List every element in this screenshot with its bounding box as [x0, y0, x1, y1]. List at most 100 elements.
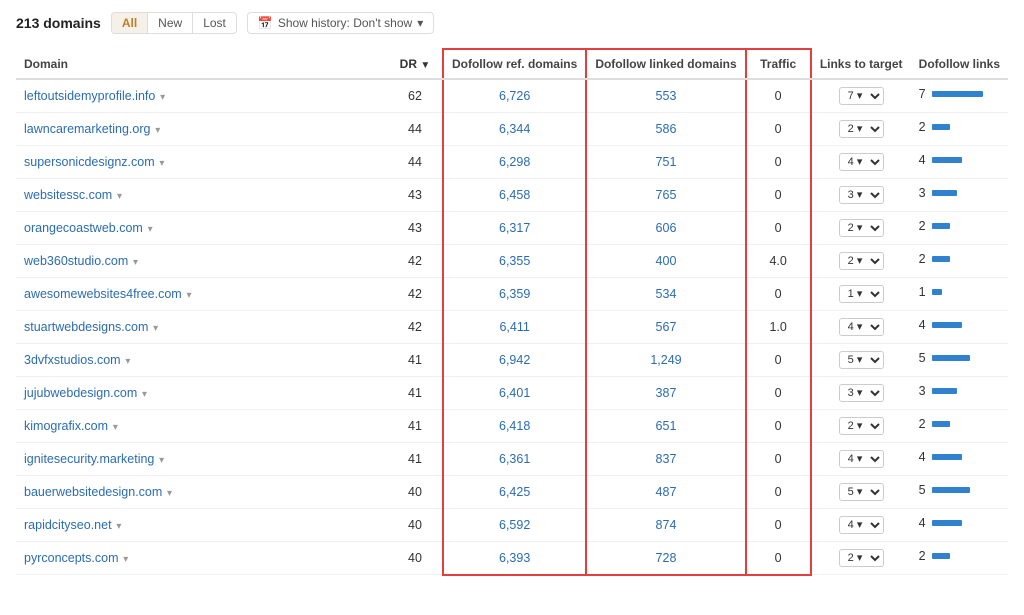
- domain-link[interactable]: supersonicdesignz.com: [24, 155, 155, 169]
- dofollow-ref-link[interactable]: 6,298: [499, 155, 530, 169]
- dofollow-linked-link[interactable]: 765: [656, 188, 677, 202]
- cell-traffic: 0: [746, 443, 811, 476]
- links-to-target-select[interactable]: 4 ▾: [839, 153, 884, 171]
- filter-new[interactable]: New: [148, 13, 193, 33]
- table-row: rapidcityseo.net ▾406,59287404 ▾4: [16, 509, 1008, 542]
- cell-traffic: 0: [746, 146, 811, 179]
- dofollow-linked-link[interactable]: 387: [656, 386, 677, 400]
- cell-traffic: 0: [746, 509, 811, 542]
- dofollow-linked-link[interactable]: 586: [656, 122, 677, 136]
- dofollow-ref-link[interactable]: 6,592: [499, 518, 530, 532]
- dofollow-ref-link[interactable]: 6,344: [499, 122, 530, 136]
- dofollow-ref-link[interactable]: 6,355: [499, 254, 530, 268]
- dofollow-linked-link[interactable]: 534: [656, 287, 677, 301]
- dofollow-ref-link[interactable]: 6,393: [499, 551, 530, 565]
- domain-dropdown-icon[interactable]: ▾: [139, 389, 147, 400]
- col-header-dr[interactable]: DR ▼: [388, 49, 443, 79]
- domain-dropdown-icon[interactable]: ▾: [123, 356, 131, 367]
- cell-links-to-target: 2 ▾: [811, 245, 911, 278]
- dofollow-linked-link[interactable]: 1,249: [650, 353, 681, 367]
- links-to-target-select[interactable]: 5 ▾: [839, 483, 884, 501]
- domain-link[interactable]: jujubwebdesign.com: [24, 386, 137, 400]
- domain-dropdown-icon[interactable]: ▾: [130, 257, 138, 268]
- domain-dropdown-icon[interactable]: ▾: [114, 191, 122, 202]
- dofollow-linked-link[interactable]: 751: [656, 155, 677, 169]
- links-to-target-select[interactable]: 3 ▾: [839, 384, 884, 402]
- links-to-target-select[interactable]: 4 ▾: [839, 318, 884, 336]
- links-to-target-select[interactable]: 5 ▾: [839, 351, 884, 369]
- domain-link[interactable]: pyrconcepts.com: [24, 551, 118, 565]
- dofollow-linked-link[interactable]: 651: [656, 419, 677, 433]
- domain-dropdown-icon[interactable]: ▾: [114, 521, 122, 532]
- dofollow-ref-link[interactable]: 6,942: [499, 353, 530, 367]
- domain-link[interactable]: awesomewebsites4free.com: [24, 287, 182, 301]
- dofollow-ref-link[interactable]: 6,425: [499, 485, 530, 499]
- cell-dofollow-linked: 1,249: [586, 344, 745, 377]
- domain-dropdown-icon[interactable]: ▾: [120, 554, 128, 565]
- cell-dofollow-links: 1: [911, 278, 991, 306]
- domain-dropdown-icon[interactable]: ▾: [145, 224, 153, 235]
- dofollow-links-count: 3: [919, 186, 926, 200]
- links-to-target-select[interactable]: 7 ▾: [839, 87, 884, 105]
- table-row: stuartwebdesigns.com ▾426,4115671.04 ▾4: [16, 311, 1008, 344]
- history-button[interactable]: 📅 Show history: Don't show ▾: [247, 12, 434, 34]
- dofollow-linked-link[interactable]: 874: [656, 518, 677, 532]
- domain-link[interactable]: stuartwebdesigns.com: [24, 320, 148, 334]
- domain-link[interactable]: leftoutsidemyprofile.info: [24, 89, 155, 103]
- dofollow-ref-link[interactable]: 6,317: [499, 221, 530, 235]
- cell-traffic: 0: [746, 179, 811, 212]
- domain-dropdown-icon[interactable]: ▾: [157, 158, 165, 169]
- dofollow-linked-link[interactable]: 567: [656, 320, 677, 334]
- cell-links-to-target: 2 ▾: [811, 212, 911, 245]
- dofollow-ref-link[interactable]: 6,361: [499, 452, 530, 466]
- filter-lost[interactable]: Lost: [193, 13, 236, 33]
- domain-dropdown-icon[interactable]: ▾: [184, 290, 192, 301]
- main-container: 213 domains All New Lost 📅 Show history:…: [0, 0, 1024, 588]
- domain-link[interactable]: bauerwebsitedesign.com: [24, 485, 162, 499]
- dofollow-linked-link[interactable]: 837: [656, 452, 677, 466]
- domain-link[interactable]: 3dvfxstudios.com: [24, 353, 121, 367]
- links-to-target-select[interactable]: 2 ▾: [839, 219, 884, 237]
- links-to-target-select[interactable]: 4 ▾: [839, 516, 884, 534]
- cell-dr: 42: [388, 311, 443, 344]
- domain-dropdown-icon[interactable]: ▾: [157, 92, 165, 103]
- dofollow-linked-link[interactable]: 487: [656, 485, 677, 499]
- links-to-target-select[interactable]: 1 ▾: [839, 285, 884, 303]
- domain-link[interactable]: websitessc.com: [24, 188, 112, 202]
- domain-dropdown-icon[interactable]: ▾: [156, 455, 164, 466]
- cell-dofollow-links: 2: [911, 113, 991, 141]
- dofollow-ref-link[interactable]: 6,411: [499, 320, 529, 334]
- links-to-target-select[interactable]: 2 ▾: [839, 549, 884, 567]
- domain-link[interactable]: orangecoastweb.com: [24, 221, 143, 235]
- dofollow-ref-link[interactable]: 6,359: [499, 287, 530, 301]
- domain-link[interactable]: web360studio.com: [24, 254, 128, 268]
- cell-links-to-target: 3 ▾: [811, 179, 911, 212]
- domain-dropdown-icon[interactable]: ▾: [110, 422, 118, 433]
- domain-link[interactable]: rapidcityseo.net: [24, 518, 112, 532]
- dofollow-linked-link[interactable]: 606: [656, 221, 677, 235]
- dofollow-links-bar: [932, 157, 962, 163]
- links-to-target-select[interactable]: 2 ▾: [839, 417, 884, 435]
- cell-traffic: 1.0: [746, 311, 811, 344]
- links-to-target-select[interactable]: 2 ▾: [839, 120, 884, 138]
- domain-link[interactable]: ignitesecurity.marketing: [24, 452, 154, 466]
- links-to-target-select[interactable]: 4 ▾: [839, 450, 884, 468]
- links-to-target-select[interactable]: 3 ▾: [839, 186, 884, 204]
- domain-dropdown-icon[interactable]: ▾: [150, 323, 158, 334]
- filter-all[interactable]: All: [112, 13, 148, 33]
- domain-link[interactable]: lawncaremarketing.org: [24, 122, 150, 136]
- dofollow-linked-link[interactable]: 400: [656, 254, 677, 268]
- table-row: leftoutsidemyprofile.info ▾626,72655307 …: [16, 79, 1008, 113]
- domain-dropdown-icon[interactable]: ▾: [152, 125, 160, 136]
- col-header-traffic: Traffic: [746, 49, 811, 79]
- dofollow-ref-link[interactable]: 6,401: [499, 386, 530, 400]
- domain-dropdown-icon[interactable]: ▾: [164, 488, 172, 499]
- dofollow-ref-link[interactable]: 6,418: [499, 419, 530, 433]
- filter-group: All New Lost: [111, 12, 237, 34]
- dofollow-linked-link[interactable]: 553: [656, 89, 677, 103]
- dofollow-linked-link[interactable]: 728: [656, 551, 677, 565]
- dofollow-ref-link[interactable]: 6,458: [499, 188, 530, 202]
- domain-link[interactable]: kimografix.com: [24, 419, 108, 433]
- links-to-target-select[interactable]: 2 ▾: [839, 252, 884, 270]
- dofollow-ref-link[interactable]: 6,726: [499, 89, 530, 103]
